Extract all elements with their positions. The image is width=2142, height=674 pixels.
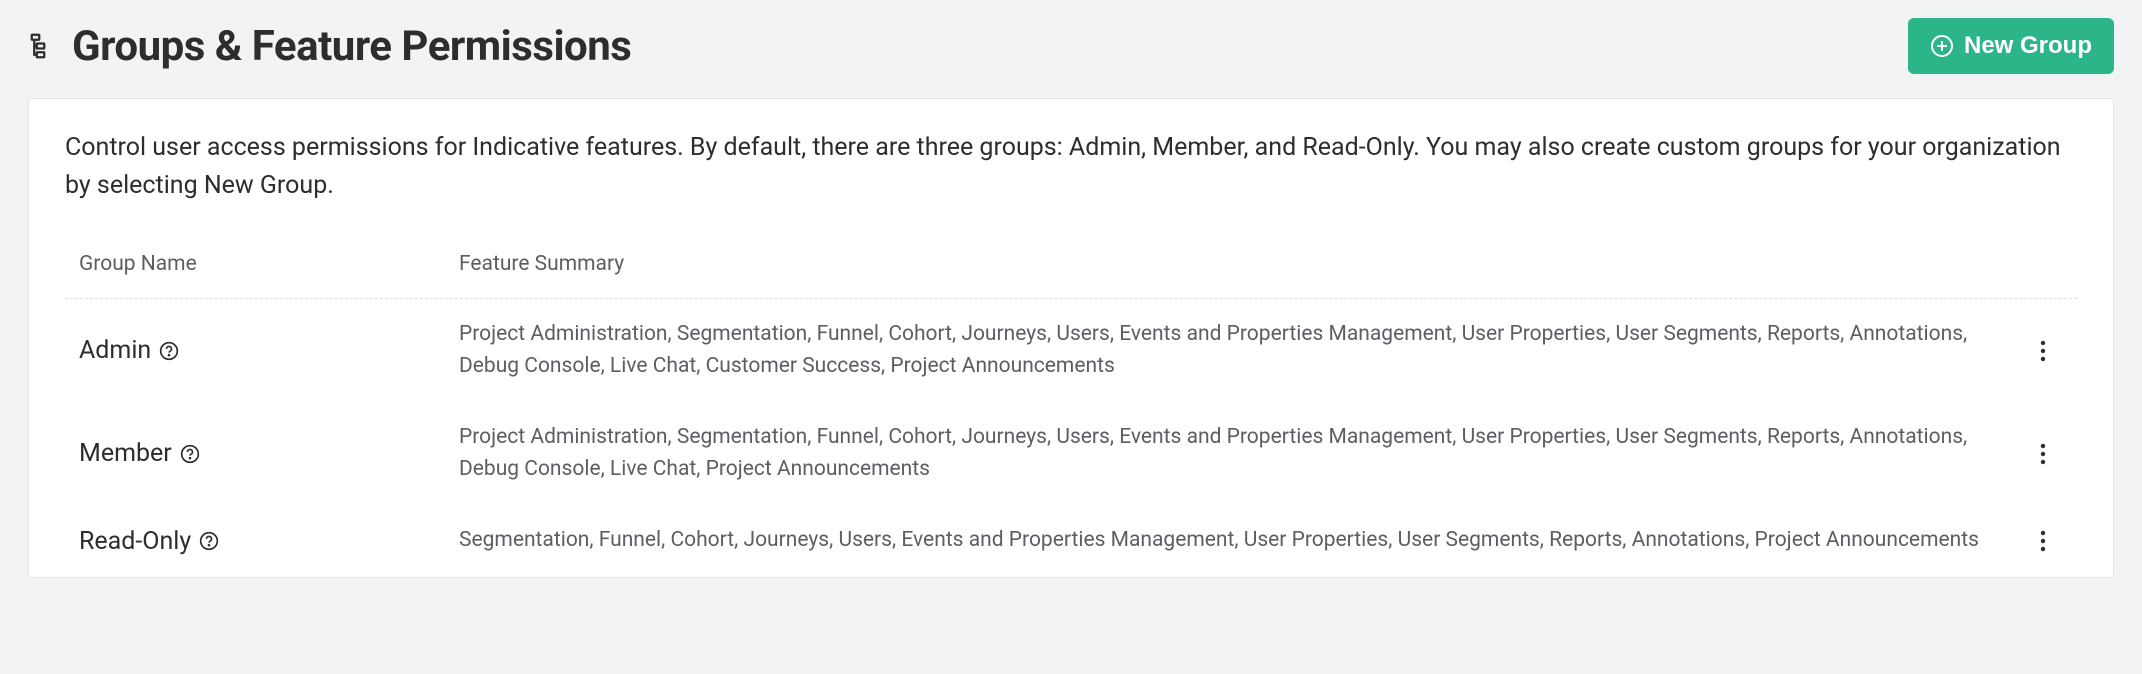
new-group-button[interactable]: New Group xyxy=(1908,18,2114,74)
more-vertical-icon xyxy=(2040,339,2046,363)
feature-summary-cell: Segmentation, Funnel, Cohort, Journeys, … xyxy=(459,525,2023,557)
plus-circle-icon xyxy=(1930,34,1954,58)
help-icon[interactable] xyxy=(180,444,200,464)
feature-summary-cell: Project Administration, Segmentation, Fu… xyxy=(459,319,2023,382)
page-title: Groups & Feature Permissions xyxy=(72,22,631,71)
new-group-label: New Group xyxy=(1964,32,2092,60)
table-header: Group Name Feature Summary xyxy=(65,252,2077,299)
row-actions-button[interactable] xyxy=(2036,438,2050,470)
row-actions-button[interactable] xyxy=(2036,525,2050,557)
column-header-summary: Feature Summary xyxy=(459,252,2063,276)
table-row: Member Project Administration, Segmentat… xyxy=(65,402,2077,505)
group-name-cell: Read-Only xyxy=(79,527,459,556)
group-name-text: Read-Only xyxy=(79,527,191,556)
more-vertical-icon xyxy=(2040,442,2046,466)
table-row: Read-Only Segmentation, Funnel, Cohort, … xyxy=(65,505,2077,577)
group-name-text: Member xyxy=(79,439,172,468)
help-icon[interactable] xyxy=(199,531,219,551)
group-name-text: Admin xyxy=(79,336,151,365)
permissions-card: Control user access permissions for Indi… xyxy=(28,98,2114,578)
group-name-cell: Admin xyxy=(79,336,459,365)
help-icon[interactable] xyxy=(159,341,179,361)
table-row: Admin Project Administration, Segmentati… xyxy=(65,299,2077,402)
row-actions-button[interactable] xyxy=(2036,335,2050,367)
card-description: Control user access permissions for Indi… xyxy=(65,129,2077,204)
more-vertical-icon xyxy=(2040,529,2046,553)
permissions-icon xyxy=(28,31,58,61)
group-name-cell: Member xyxy=(79,439,459,468)
feature-summary-cell: Project Administration, Segmentation, Fu… xyxy=(459,422,2023,485)
page-title-wrap: Groups & Feature Permissions xyxy=(28,22,631,71)
column-header-name: Group Name xyxy=(79,252,459,276)
